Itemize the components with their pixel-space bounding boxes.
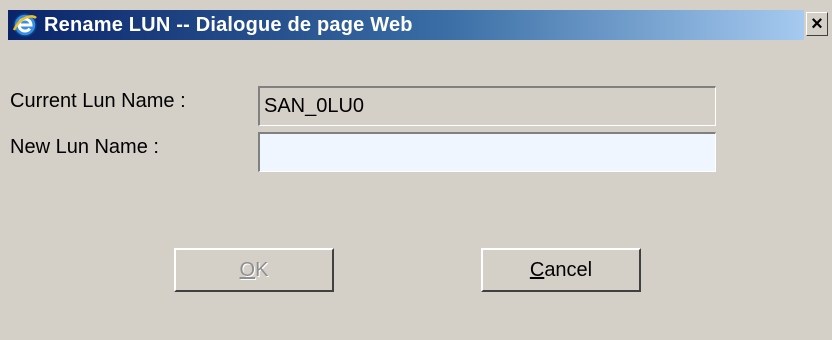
close-button[interactable]: × bbox=[806, 12, 828, 36]
title-bar: Rename LUN -- Dialogue de page Web × bbox=[0, 0, 832, 44]
cancel-button-label: Cancel bbox=[529, 258, 593, 281]
close-icon: × bbox=[811, 13, 823, 35]
window-title: Rename LUN -- Dialogue de page Web bbox=[44, 13, 413, 36]
rename-lun-dialog: Rename LUN -- Dialogue de page Web × Cur… bbox=[0, 0, 832, 340]
title-bar-active: Rename LUN -- Dialogue de page Web bbox=[8, 10, 804, 40]
current-lun-name-label: Current Lun Name : bbox=[10, 90, 186, 112]
internet-explorer-icon bbox=[12, 12, 38, 38]
ok-button[interactable]: OK bbox=[174, 248, 334, 292]
new-lun-name-label: New Lun Name : bbox=[10, 136, 159, 158]
current-lun-name-field bbox=[258, 86, 716, 126]
cancel-button[interactable]: Cancel bbox=[481, 248, 641, 292]
ok-button-label: OK bbox=[239, 258, 269, 281]
new-lun-name-input[interactable] bbox=[258, 132, 716, 172]
